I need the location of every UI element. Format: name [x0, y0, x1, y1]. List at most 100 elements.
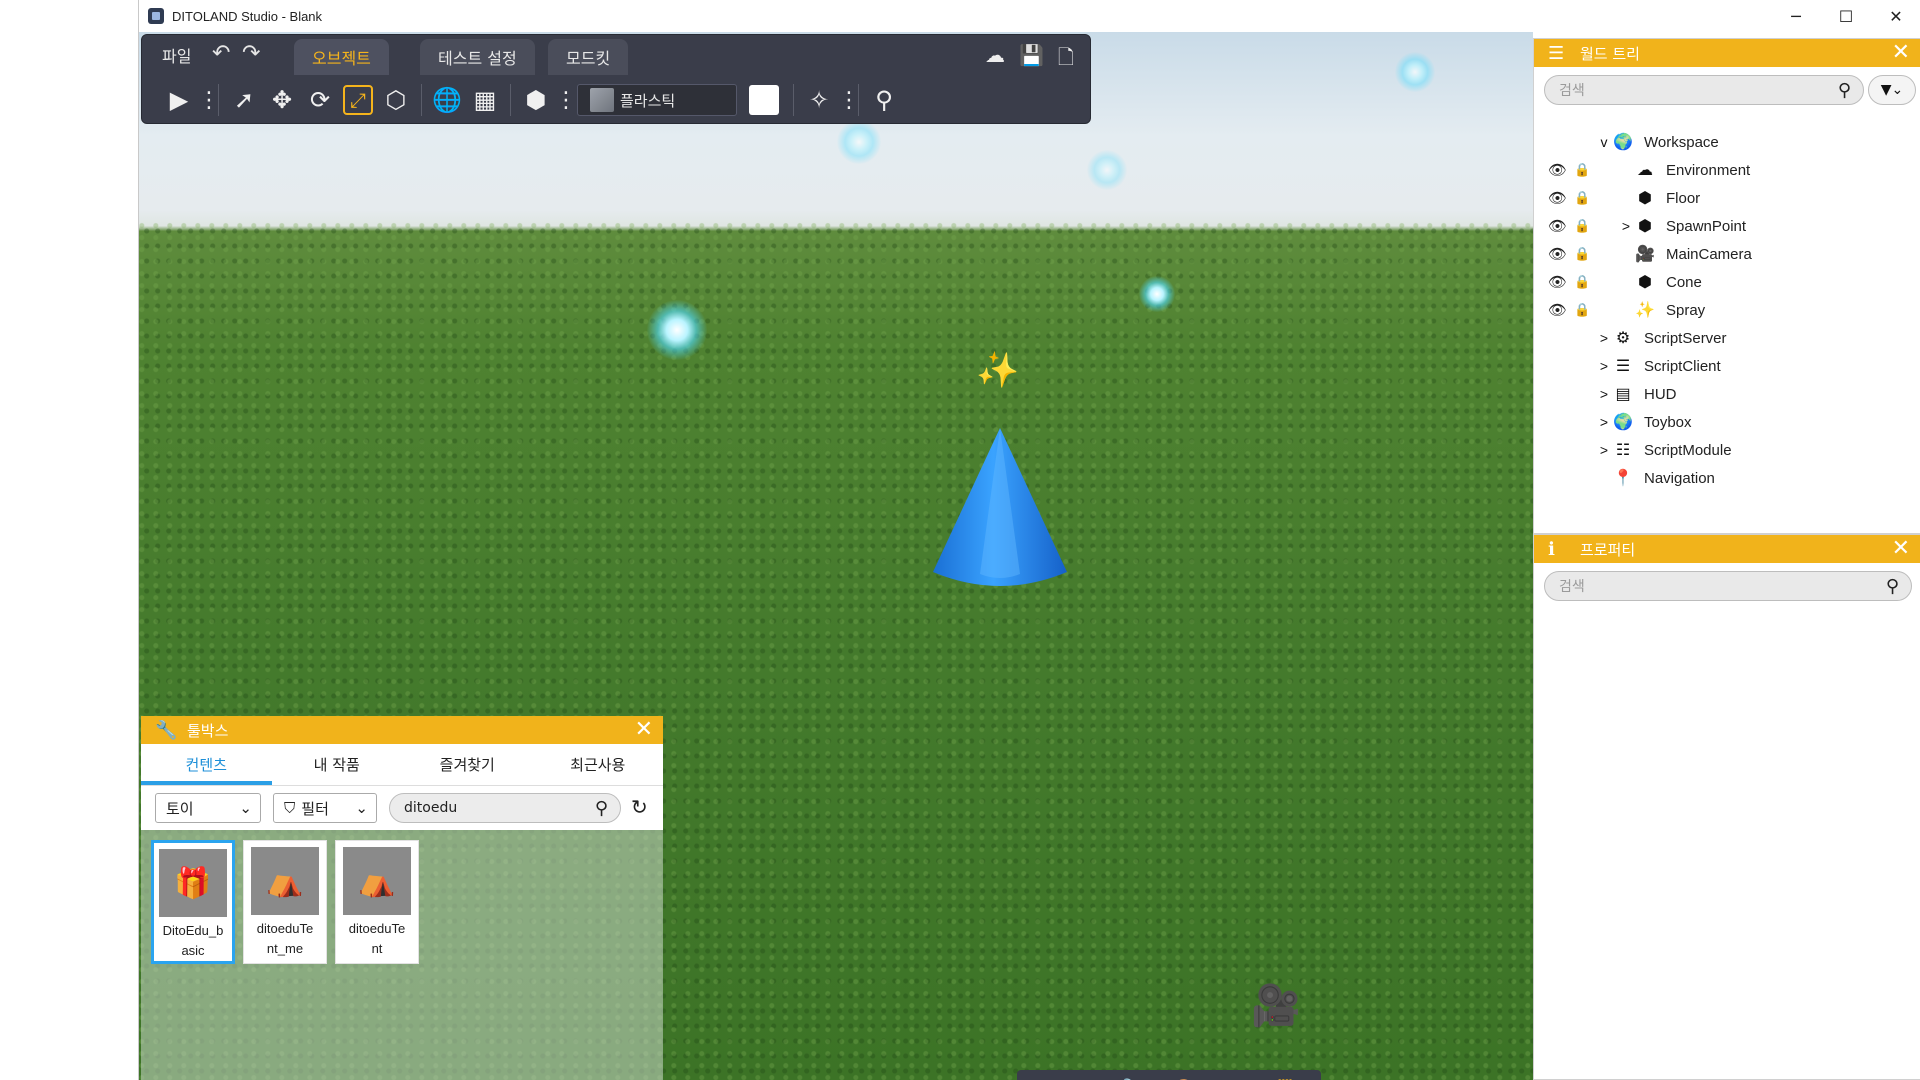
category-dropdown[interactable]: 토이 ⌄ [155, 793, 261, 823]
tree-item-hud[interactable]: > ▤ HUD [1596, 381, 1677, 407]
studio-window: DITOLAND Studio - Blank ─ ☐ ✕ ✨ 🎥 파일 ↶ ↷… [138, 0, 1920, 1080]
tree-item-label: HUD [1644, 385, 1677, 403]
spray-wand-icon[interactable]: ✨ [974, 347, 1021, 393]
tree-item-scriptmodule[interactable]: > ☷ ScriptModule [1596, 437, 1732, 463]
lock-icon[interactable]: 🔒 [1574, 302, 1590, 318]
navigation-pin-icon: 📍 [1613, 470, 1633, 487]
play-icon[interactable]: ▶ [160, 81, 198, 119]
part-options-icon[interactable]: ⋮ [555, 88, 577, 113]
search-icon[interactable]: ⚲ [1886, 576, 1899, 597]
undo-icon[interactable]: ↶ [212, 41, 230, 66]
divider [858, 84, 859, 116]
refresh-icon[interactable]: ↻ [631, 795, 648, 819]
tree-item-label: MainCamera [1666, 245, 1752, 263]
expand-caret[interactable]: > [1618, 218, 1634, 234]
close-button[interactable]: ✕ [1871, 0, 1920, 32]
tab-favorites[interactable]: 즐겨찾기 [402, 744, 533, 785]
rotate-icon[interactable]: ⟳ [301, 81, 339, 119]
tree-item-workspace[interactable]: v 🌍 Workspace [1596, 129, 1719, 155]
material-selector[interactable]: 플라스틱 [577, 84, 737, 116]
chevron-down-icon: ⌄ [355, 799, 368, 817]
move-icon[interactable]: ✥ [263, 81, 301, 119]
world-tree-search[interactable]: 검색 ⚲ [1544, 75, 1864, 105]
tree-item-navigation[interactable]: 📍 Navigation [1596, 465, 1715, 491]
tent-icon: ⛺ [358, 863, 396, 899]
tree-item-floor[interactable]: 👁 🔒 ⬢ Floor [1534, 185, 1920, 211]
eye-icon[interactable]: 👁 [1548, 245, 1567, 263]
tab-modkit[interactable]: 모드킷 [548, 39, 629, 75]
window-title: DITOLAND Studio - Blank [172, 8, 323, 24]
play-options-icon[interactable]: ⋮ [198, 88, 220, 113]
expand-caret[interactable]: > [1596, 358, 1612, 374]
lock-icon[interactable]: 🔒 [1574, 218, 1590, 234]
tree-item-label: Environment [1666, 161, 1751, 179]
file-menu[interactable]: 파일 [162, 43, 191, 67]
close-icon[interactable]: ✕ [635, 717, 653, 742]
upload-icon[interactable]: ☁ [985, 43, 1005, 77]
effects-options-icon[interactable]: ⋮ [838, 88, 860, 113]
redo-icon[interactable]: ↷ [242, 41, 260, 66]
cone-object[interactable] [925, 424, 1075, 594]
scene-viewport[interactable]: ✨ 🎥 파일 ↶ ↷ 오브젝트 테스트 설정 모드킷 ☁ 💾 🗋 ▶ ⋮ ➚ ✥… [139, 32, 1533, 1080]
minimize-button[interactable]: ─ [1771, 0, 1821, 32]
transform-icon[interactable]: ⬡ [377, 81, 415, 119]
toybox-icon: 🌍 [1613, 414, 1633, 431]
toolbox-item[interactable]: ⛺ ditoeduTe nt [335, 840, 419, 964]
scale-icon[interactable]: ⤢ [343, 85, 373, 115]
toolbox-header: 🔧 툴박스 ✕ [141, 716, 663, 744]
light-orb [1139, 276, 1175, 312]
maximize-button[interactable]: ☐ [1821, 0, 1871, 32]
tab-recent[interactable]: 최근사용 [533, 744, 664, 785]
tree-item-cone[interactable]: 👁 🔒 ⬢ Cone [1534, 269, 1920, 295]
toolbox-item[interactable]: ⛺ ditoeduTe nt_me [243, 840, 327, 964]
tree-item-toybox[interactable]: > 🌍 Toybox [1596, 409, 1692, 435]
eye-icon[interactable]: 👁 [1548, 217, 1567, 235]
color-picker[interactable] [749, 85, 779, 115]
expand-caret[interactable]: > [1596, 414, 1612, 430]
tree-item-environment[interactable]: 👁 🔒 ☁ Environment [1534, 157, 1920, 183]
visibility-filter-icon[interactable]: ⚲ [865, 81, 903, 119]
expand-caret[interactable]: > [1596, 386, 1612, 402]
close-icon[interactable]: ✕ [1892, 40, 1910, 65]
search-icon[interactable]: ⚲ [1838, 80, 1851, 101]
tree-item-scriptserver[interactable]: > ⚙ ScriptServer [1596, 325, 1727, 351]
eye-icon[interactable]: 👁 [1548, 301, 1567, 319]
tree-item-scriptclient[interactable]: > ☰ ScriptClient [1596, 353, 1721, 379]
world-space-icon[interactable]: 🌐 [428, 81, 466, 119]
grid-snap-icon[interactable]: ▦ [466, 81, 504, 119]
divider [510, 84, 511, 116]
eye-icon[interactable]: 👁 [1548, 189, 1567, 207]
expand-caret[interactable]: > [1596, 330, 1612, 346]
save-icon[interactable]: 💾 [1019, 43, 1044, 77]
close-icon[interactable]: ✕ [1892, 536, 1910, 561]
properties-search[interactable]: 검색 ⚲ [1544, 571, 1912, 601]
material-swatch [590, 88, 614, 112]
tree-filter-button[interactable]: ▼⌄ [1868, 75, 1916, 105]
effects-icon[interactable]: ✧ [800, 81, 838, 119]
item-name: ditoeduTe nt [348, 921, 406, 956]
tree-item-spawnpoint[interactable]: 👁 🔒 > ⬢ SpawnPoint [1534, 213, 1920, 239]
select-icon[interactable]: ➚ [225, 81, 263, 119]
properties-title: 프로퍼티 [1580, 540, 1636, 559]
tab-contents[interactable]: 컨텐츠 [141, 744, 272, 785]
part-insert-icon[interactable]: ⬢ [517, 81, 555, 119]
new-file-icon[interactable]: 🗋 [1058, 43, 1074, 77]
tab-object[interactable]: 오브젝트 [294, 39, 389, 75]
lock-icon[interactable]: 🔒 [1574, 274, 1590, 290]
expand-caret[interactable]: > [1596, 442, 1612, 458]
toolbox-item[interactable]: 🎁 DitoEdu_b asic [151, 840, 235, 964]
eye-icon[interactable]: 👁 [1548, 161, 1567, 179]
toolbox-search[interactable]: ditoedu ⚲ [389, 793, 621, 823]
tab-test-settings[interactable]: 테스트 설정 [420, 39, 535, 75]
expand-caret[interactable]: v [1596, 134, 1612, 150]
camera-icon[interactable]: 🎥 [1251, 982, 1301, 1029]
search-icon[interactable]: ⚲ [595, 798, 608, 819]
tab-my-works[interactable]: 내 작품 [272, 744, 403, 785]
lock-icon[interactable]: 🔒 [1574, 246, 1590, 262]
tree-item-maincamera[interactable]: 👁 🔒 🎥 MainCamera [1534, 241, 1920, 267]
eye-icon[interactable]: 👁 [1548, 273, 1567, 291]
tree-item-spray[interactable]: 👁 🔒 ✨ Spray [1534, 297, 1920, 323]
lock-icon[interactable]: 🔒 [1574, 162, 1590, 178]
lock-icon[interactable]: 🔒 [1574, 190, 1590, 206]
filter-dropdown[interactable]: ⛉ 필터 ⌄ [273, 793, 377, 823]
